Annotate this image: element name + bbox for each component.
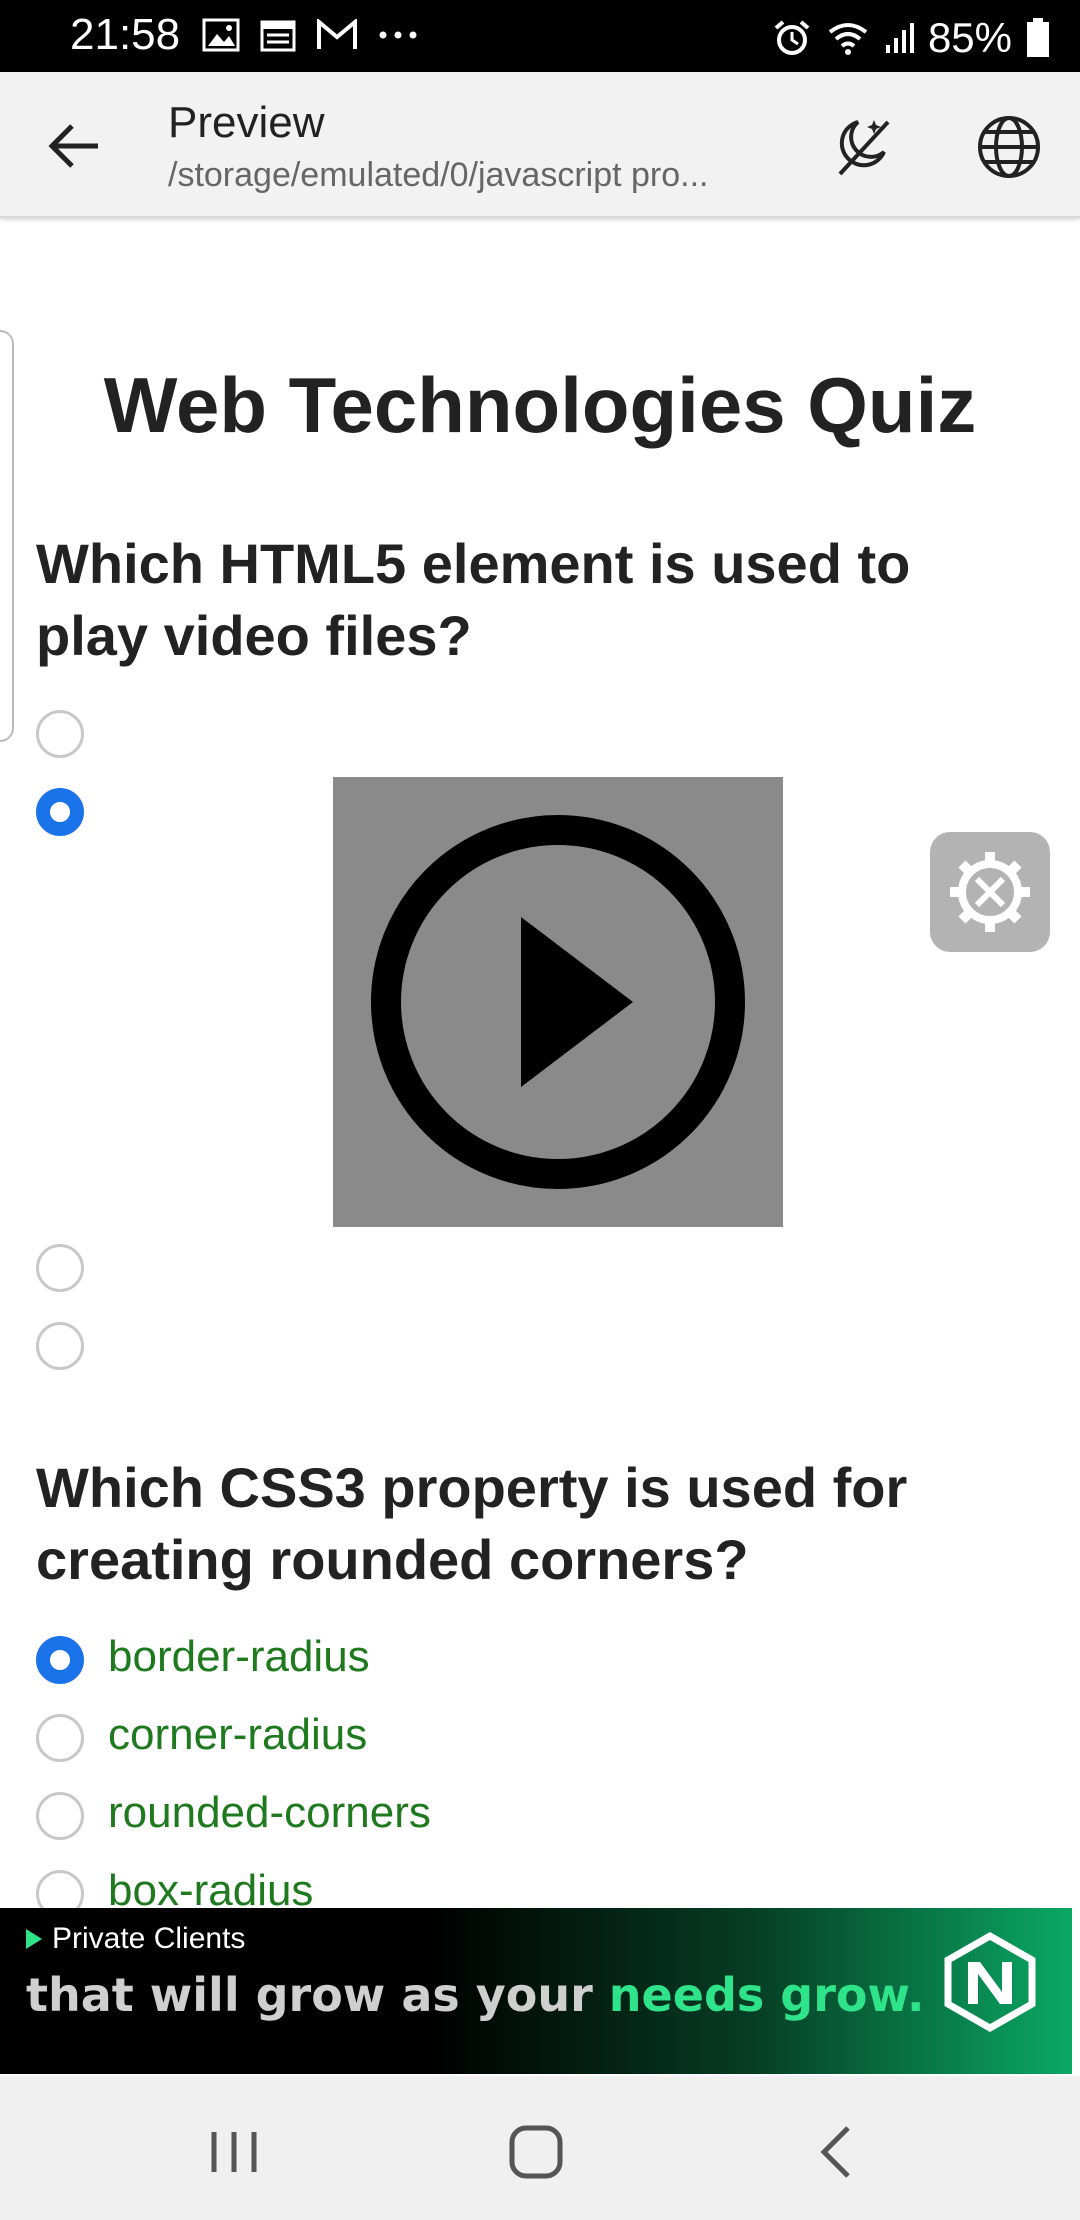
file-path: /storage/emulated/0/javascript pro... <box>168 156 709 194</box>
signal-icon <box>885 23 914 53</box>
video-player[interactable] <box>333 777 783 1227</box>
more-dots-icon <box>379 31 417 39</box>
tools-button[interactable] <box>930 832 1050 952</box>
globe-icon[interactable] <box>974 112 1044 182</box>
q2-option-2-label[interactable]: corner-radius <box>108 1710 367 1760</box>
home-icon[interactable] <box>496 2112 576 2192</box>
system-icons: 85% <box>772 14 1050 62</box>
play-circle-icon[interactable] <box>333 777 783 1227</box>
night-mode-icon[interactable] <box>828 112 898 182</box>
arrow-left-icon[interactable] <box>44 116 104 176</box>
q2-option-1-radio[interactable] <box>36 1636 84 1684</box>
gmail-icon <box>317 19 357 49</box>
gallery-icon <box>202 18 240 52</box>
recent-apps-icon[interactable] <box>194 2112 274 2192</box>
q2-option-1-label[interactable]: border-radius <box>108 1632 370 1682</box>
q1-option-2-radio[interactable] <box>36 788 84 836</box>
q1-option-1-radio[interactable] <box>36 710 84 758</box>
question-1: Which HTML5 element is used to play vide… <box>36 528 996 672</box>
quiz-title: Web Technologies Quiz <box>103 361 977 449</box>
ad-banner[interactable]: Private Clients that will grow as your n… <box>0 1908 1072 2074</box>
calendar-icon <box>260 20 296 52</box>
question-2-line1: Which CSS3 property is used for <box>36 1456 908 1519</box>
ad-headline-plain: that will grow as your <box>26 1968 609 2022</box>
q2-option-3-label[interactable]: rounded-corners <box>108 1788 431 1838</box>
ad-label: Private Clients <box>26 1922 245 1956</box>
brand-logo-icon <box>944 1932 1036 2032</box>
status-bar: 21:58 85% <box>0 0 1080 72</box>
q2-option-2-radio[interactable] <box>36 1714 84 1762</box>
page-title: Preview <box>168 98 325 147</box>
preview-content[interactable]: Web Technologies Quiz Which HTML5 elemen… <box>0 220 1080 1908</box>
system-nav-bar <box>0 2076 1080 2220</box>
question-1-line1: Which HTML5 element is used to <box>36 532 911 595</box>
back-icon[interactable] <box>798 2112 878 2192</box>
question-2-line2: creating rounded corners? <box>36 1528 749 1591</box>
play-triangle-icon <box>26 1929 42 1949</box>
ad-headline-highlight: needs grow. <box>608 1968 925 2022</box>
status-time: 21:58 <box>70 10 181 59</box>
battery-percent: 85% <box>927 14 1012 61</box>
ad-headline: that will grow as your needs grow. <box>26 1968 925 2022</box>
q2-option-4-label[interactable]: box-radius <box>108 1866 313 1908</box>
q1-option-4-radio[interactable] <box>36 1322 84 1370</box>
ad-label-text: Private Clients <box>52 1922 246 1955</box>
q2-option-4-radio[interactable] <box>36 1870 84 1908</box>
battery-icon <box>1027 18 1049 57</box>
q2-option-3-radio[interactable] <box>36 1792 84 1840</box>
q1-option-3-radio[interactable] <box>36 1244 84 1292</box>
notification-icons <box>202 18 418 52</box>
question-1-line2: play video files? <box>36 604 472 667</box>
wifi-icon <box>828 23 868 55</box>
app-bar: Preview /storage/emulated/0/javascript p… <box>0 72 1080 218</box>
question-2: Which CSS3 property is used for creating… <box>36 1452 996 1596</box>
gear-wrench-icon[interactable] <box>930 832 1050 952</box>
alarm-icon <box>774 20 810 55</box>
